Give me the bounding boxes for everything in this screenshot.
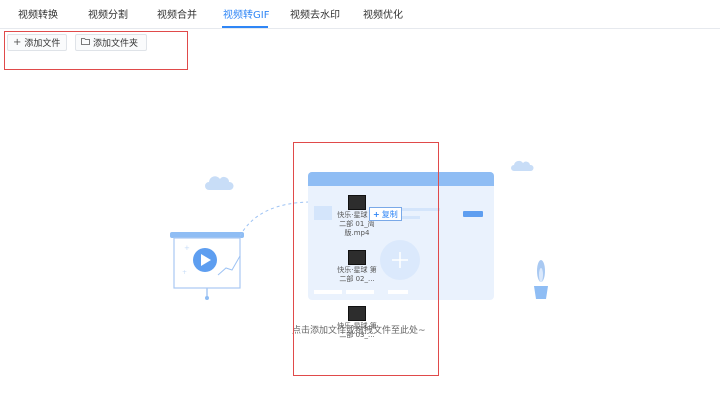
tab-video-convert[interactable]: 视频转换 (18, 6, 58, 21)
svg-text:+: + (182, 269, 187, 276)
plant-icon (531, 259, 551, 305)
active-tab-indicator (222, 26, 268, 28)
toolbar-highlight-box (4, 31, 188, 70)
tab-video-optimize[interactable]: 视频优化 (363, 6, 403, 21)
tab-video-split[interactable]: 视频分割 (88, 6, 128, 21)
tab-video-merge[interactable]: 视频合并 (157, 6, 197, 21)
tab-video-to-gif[interactable]: 视频转GIF (223, 6, 269, 21)
video-board-illustration: + + (168, 230, 250, 306)
svg-text:+: + (184, 244, 190, 252)
cloud-icon (511, 157, 535, 176)
tab-video-watermark-remove[interactable]: 视频去水印 (290, 6, 340, 21)
tab-bar: 视频转换 视频分割 视频合并 视频转GIF 视频去水印 视频优化 (0, 0, 720, 29)
cloud-icon (205, 175, 235, 195)
drop-zone-highlight-box (293, 142, 439, 376)
